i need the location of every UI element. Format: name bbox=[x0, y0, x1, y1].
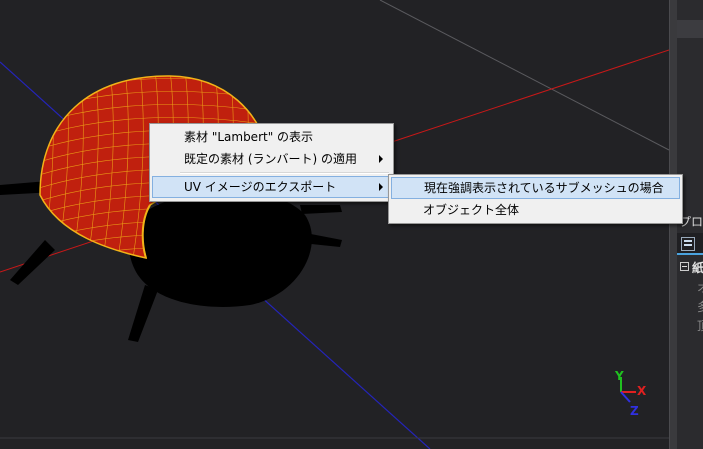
menu-item-label: UV イメージのエクスポート bbox=[184, 180, 337, 194]
scene-canvas bbox=[0, 0, 669, 449]
properties-list-icon[interactable] bbox=[681, 237, 695, 251]
properties-panel: プロパ 紙 オ 多 頂 bbox=[677, 0, 703, 449]
panel-strip bbox=[677, 20, 703, 38]
menu-item-label: オブジェクト全体 bbox=[423, 203, 520, 217]
submenu-arrow-icon bbox=[379, 183, 383, 191]
active-tab-indicator bbox=[677, 253, 703, 255]
menu-item-show-material[interactable]: 素材 "Lambert" の表示 bbox=[152, 126, 391, 148]
menu-item-label: 既定の素材 (ランバート) の適用 bbox=[184, 152, 357, 166]
properties-tabbar bbox=[677, 233, 703, 255]
property-name: 頂 bbox=[697, 317, 703, 334]
menu-separator-highlight bbox=[180, 173, 389, 174]
menu-item-export-uv-image[interactable]: UV イメージのエクスポート bbox=[152, 176, 391, 198]
menu-item-current-submesh[interactable]: 現在強調表示されているサブメッシュの場合 bbox=[391, 177, 680, 199]
axis-z-label: Z bbox=[630, 404, 639, 418]
axis-y-label: Y bbox=[615, 369, 624, 383]
3d-viewport[interactable]: Y X Z bbox=[0, 0, 669, 449]
collapse-icon[interactable] bbox=[680, 262, 689, 271]
panel-splitter[interactable] bbox=[669, 0, 677, 449]
export-uv-submenu: 現在強調表示されているサブメッシュの場合 オブジェクト全体 bbox=[388, 174, 683, 224]
submenu-arrow-icon bbox=[379, 155, 383, 163]
axis-x-label: X bbox=[637, 384, 647, 398]
menu-item-whole-object[interactable]: オブジェクト全体 bbox=[391, 199, 680, 221]
menu-item-label: 現在強調表示されているサブメッシュの場合 bbox=[424, 181, 664, 195]
axis-gizmo: Y X Z bbox=[610, 369, 655, 422]
menu-item-label: 素材 "Lambert" の表示 bbox=[184, 130, 314, 144]
property-group-label: 紙 bbox=[692, 261, 703, 275]
grid-line bbox=[379, 0, 669, 151]
context-menu: 素材 "Lambert" の表示 既定の素材 (ランバート) の適用 UV イメ… bbox=[149, 123, 394, 202]
property-name: オ bbox=[697, 279, 703, 296]
menu-item-apply-default-material[interactable]: 既定の素材 (ランバート) の適用 bbox=[152, 148, 391, 170]
property-name: 多 bbox=[697, 298, 703, 315]
